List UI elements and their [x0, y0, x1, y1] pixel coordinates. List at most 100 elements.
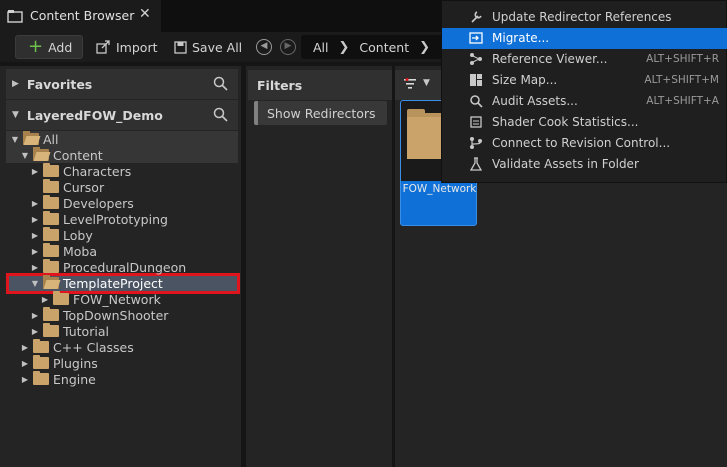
menu-item-label: Connect to Revision Control... [492, 136, 671, 150]
chevron-right-icon[interactable]: ▶ [30, 247, 40, 256]
tree-item-label: ProceduralDungeon [63, 259, 187, 275]
folder-icon [43, 195, 59, 209]
menu-item[interactable]: Validate Assets in Folder [442, 154, 727, 175]
filter-color-bar [254, 101, 258, 125]
menu-item-shortcut: ALT+SHIFT+A [646, 95, 719, 107]
tree-item[interactable]: ▶ Tutorial [30, 323, 109, 339]
tree-item[interactable]: ▶ LevelPrototyping [30, 211, 168, 227]
content-browser-tab[interactable]: Content Browser ✕ [0, 0, 161, 32]
tree-item[interactable]: ▶ ProceduralDungeon [30, 259, 186, 275]
folder-icon [43, 259, 59, 273]
chevron-down-icon[interactable]: ▼ [10, 135, 20, 144]
chevron-down-icon[interactable]: ▼ [20, 151, 30, 160]
menu-item[interactable]: Migrate... [442, 28, 727, 49]
filter-icon[interactable] [404, 78, 416, 90]
add-button[interactable]: + Add [15, 35, 83, 59]
filters-header: Filters [248, 70, 392, 100]
chevron-right-icon[interactable]: ▶ [30, 311, 40, 320]
save-icon [174, 40, 187, 54]
tree-item[interactable]: ▶ C++ Classes [20, 339, 134, 355]
menu-item[interactable]: Audit Assets... ALT+SHIFT+A [442, 91, 727, 112]
filters-title: Filters [257, 78, 303, 93]
tree-item[interactable]: ▶ Developers [30, 195, 134, 211]
chevron-right-icon[interactable]: ▶ [30, 199, 40, 208]
tree-item[interactable]: ▶ FOW_Network [40, 291, 161, 307]
chevron-down-icon[interactable]: ▼ [30, 279, 40, 288]
project-label: LayeredFOW_Demo [26, 107, 163, 123]
chevron-right-icon[interactable]: ▶ [30, 263, 40, 272]
forward-arrow-icon[interactable]: ▶ [280, 39, 296, 55]
folder-icon [407, 109, 443, 159]
add-button-label: Add [48, 39, 73, 55]
tree-item[interactable]: ▶ Characters [30, 163, 131, 179]
tree-item[interactable]: ▶ Moba [30, 243, 97, 259]
validate-icon [469, 157, 483, 171]
chevron-right-icon[interactable]: ▶ [20, 375, 30, 384]
search-icon[interactable] [213, 107, 228, 122]
chevron-right-icon[interactable]: ▶ [30, 167, 40, 176]
back-arrow-icon[interactable]: ◀ [256, 39, 272, 55]
breadcrumb-item-content[interactable]: Content [359, 40, 409, 55]
breadcrumb: All ❯ Content ❯ [301, 35, 461, 59]
show-redirectors-label: Show Redirectors [267, 106, 376, 121]
tree-item-label: Moba [63, 243, 98, 259]
project-header[interactable]: ▼ LayeredFOW_Demo [6, 100, 238, 130]
tree-item[interactable]: ▶ TopDownShooter [30, 307, 168, 323]
chevron-right-icon[interactable]: ▶ [30, 327, 40, 336]
chevron-right-icon: ▶ [12, 79, 19, 89]
chevron-right-icon[interactable]: ▶ [20, 359, 30, 368]
revision-control-icon [470, 137, 482, 149]
search-icon[interactable] [213, 76, 228, 91]
tree-item[interactable]: ▼ Content [20, 147, 103, 163]
folder-icon [43, 275, 59, 289]
chevron-down-icon[interactable]: ▼ [423, 78, 430, 88]
folder-icon [43, 307, 59, 321]
tree-item[interactable]: ▶ Plugins [20, 355, 98, 371]
chevron-right-icon: ❯ [419, 39, 431, 55]
menu-item[interactable]: Size Map... ALT+SHIFT+M [442, 70, 727, 91]
folder-icon [43, 211, 59, 225]
folder-icon [43, 227, 59, 241]
size-map-icon [470, 74, 482, 86]
tree-item[interactable]: ▶ Loby [30, 227, 93, 243]
import-button[interactable]: Import [96, 35, 158, 59]
folder-icon [43, 163, 59, 177]
tree-item-label: Loby [63, 227, 93, 243]
tree-item[interactable]: ▶ Engine [20, 371, 96, 387]
context-menu: Update Redirector References Migrate... Re… [441, 0, 727, 183]
tab-title: Content Browser [30, 8, 135, 23]
menu-item-shortcut: ALT+SHIFT+R [646, 53, 719, 65]
tree-item-label: Engine [53, 371, 96, 387]
tree-item[interactable]: Cursor [30, 179, 104, 195]
chevron-right-icon[interactable]: ▶ [30, 231, 40, 240]
chevron-right-icon: ❯ [338, 39, 350, 55]
folder-icon [53, 291, 69, 305]
menu-item[interactable]: Reference Viewer... ALT+SHIFT+R [442, 49, 727, 70]
tree-item[interactable]: ▼ All [10, 131, 59, 147]
menu-item-label: Shader Cook Statistics... [492, 115, 639, 129]
chevron-right-icon[interactable]: ▶ [20, 343, 30, 352]
menu-item[interactable]: Connect to Revision Control... [442, 133, 727, 154]
chevron-right-icon[interactable]: ▶ [40, 295, 50, 304]
menu-item-label: Update Redirector References [492, 10, 672, 24]
save-all-button[interactable]: Save All [174, 35, 242, 59]
tree-item-label: Tutorial [63, 323, 109, 339]
save-all-button-label: Save All [192, 39, 243, 55]
folder-icon [33, 371, 49, 385]
folder-icon [43, 323, 59, 337]
menu-item[interactable]: Shader Cook Statistics... [442, 112, 727, 133]
tree-item-label: Developers [63, 195, 134, 211]
close-tab-icon[interactable]: ✕ [139, 6, 151, 22]
audit-icon [470, 95, 483, 108]
menu-item-label: Validate Assets in Folder [492, 157, 639, 171]
menu-item[interactable]: Update Redirector References [442, 7, 727, 28]
breadcrumb-item-all[interactable]: All [313, 40, 329, 55]
tree-item-label: TemplateProject [63, 275, 163, 291]
folder-icon [33, 355, 49, 369]
show-redirectors-filter[interactable]: Show Redirectors [254, 101, 387, 125]
folder-icon [23, 131, 39, 145]
favorites-header[interactable]: ▶ Favorites [6, 69, 238, 99]
chevron-right-icon[interactable]: ▶ [30, 215, 40, 224]
chevron-down-icon: ▼ [12, 110, 19, 120]
tree-item[interactable]: ▼ TemplateProject [30, 275, 163, 291]
